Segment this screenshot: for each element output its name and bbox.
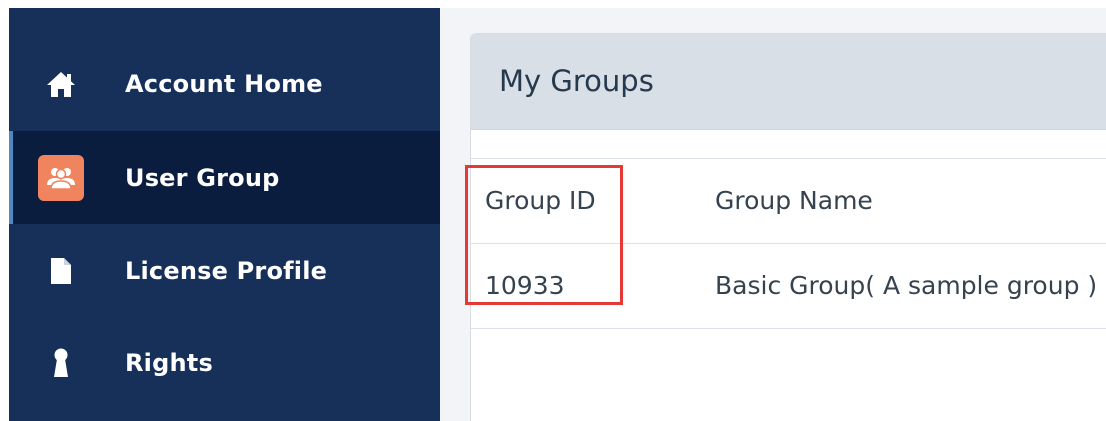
document-icon xyxy=(37,247,85,295)
sidebar-item-label: Rights xyxy=(125,348,213,377)
table-row[interactable]: 10933 Basic Group( A sample group ) xyxy=(471,243,1106,329)
user-group-icon xyxy=(37,154,85,202)
panel-header: My Groups xyxy=(471,34,1106,130)
groups-panel: My Groups Group ID Group Name 10933 Basi… xyxy=(470,33,1106,421)
group-id-cell: 10933 xyxy=(485,271,565,300)
column-header-group-name[interactable]: Group Name xyxy=(715,159,873,243)
sidebar-item-label: User Group xyxy=(125,163,280,192)
group-name-cell[interactable]: Basic Group( A sample group ) xyxy=(715,244,1097,328)
sidebar-item-license-profile[interactable]: License Profile xyxy=(9,224,440,317)
page-title: My Groups xyxy=(499,64,654,98)
sidebar-item-label: Account Home xyxy=(125,69,323,98)
column-header-group-id[interactable]: Group ID xyxy=(485,159,596,243)
main-content: My Groups Group ID Group Name 10933 Basi… xyxy=(440,8,1106,421)
sidebar-item-account-home[interactable]: Account Home xyxy=(9,37,440,130)
table-header-row: Group ID Group Name xyxy=(471,158,1106,243)
sidebar-item-label: License Profile xyxy=(125,256,328,285)
sidebar: Account Home User Group License Profile … xyxy=(9,8,440,421)
sidebar-item-user-group[interactable]: User Group xyxy=(9,131,440,224)
keyhole-icon xyxy=(37,339,85,387)
sidebar-item-rights[interactable]: Rights xyxy=(9,316,440,409)
home-icon xyxy=(37,60,85,108)
app-window: Account Home User Group License Profile … xyxy=(0,0,1106,421)
